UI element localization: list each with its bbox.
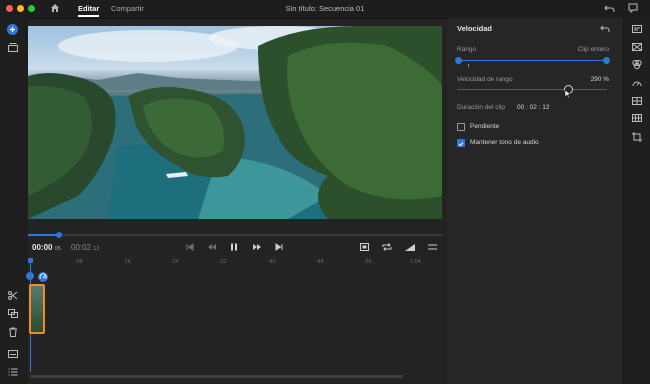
current-timecode: 00:00 05	[32, 243, 61, 252]
left-toolbar	[0, 18, 27, 384]
title-bar: Editar Compartir Sin título: Secuencia 0…	[0, 0, 650, 19]
ruler-tick-label: :24	[171, 259, 179, 265]
add-media-button[interactable]	[7, 24, 18, 35]
window-title: Sin título: Secuencia 01	[285, 4, 365, 13]
duplicate-icon[interactable]	[8, 309, 18, 318]
check-icon	[458, 142, 464, 147]
title-icon[interactable]	[632, 25, 642, 33]
ruler-tick-label: :48	[316, 259, 324, 265]
fit-icon[interactable]	[360, 243, 369, 251]
pause-icon[interactable]	[230, 243, 238, 251]
go-to-end-icon[interactable]	[275, 243, 283, 251]
speed-panel: Velocidad Rango Clip entero Velocidad de…	[447, 18, 623, 384]
captions-icon[interactable]	[8, 350, 18, 358]
menu-icon[interactable]	[428, 244, 437, 250]
velocidad-label: Velocidad de rango	[457, 76, 513, 83]
transition-icon[interactable]	[632, 43, 642, 51]
velocidad-slider-track[interactable]	[457, 89, 607, 90]
duracion-value: 00 : 02 : 12	[517, 104, 550, 111]
scissors-icon[interactable]	[8, 291, 18, 300]
speed-badge[interactable]	[38, 272, 48, 282]
clip-effect-badge[interactable]	[26, 272, 34, 280]
timeline-ruler[interactable]: :08 :16 :24 :32 :40 :48 :56 1:04	[28, 258, 442, 268]
ruler-tick-label: :32	[219, 259, 227, 265]
rango-label: Rango	[457, 46, 477, 53]
mouse-cursor-icon	[564, 89, 572, 99]
preview-scrubber[interactable]	[28, 234, 442, 236]
rango-start-handle[interactable]	[455, 57, 462, 64]
pendiente-label: Pendiente	[470, 123, 500, 130]
step-forward-icon[interactable]	[253, 244, 261, 250]
rango-slider-track[interactable]	[459, 60, 607, 61]
ruler-tick-label: :40	[268, 259, 276, 265]
ruler-tick-label: 1:04	[410, 259, 421, 265]
video-frame	[28, 26, 442, 219]
speed-icon[interactable]	[632, 79, 642, 87]
duracion-label: Duración del clip	[457, 104, 506, 111]
preview-scrubber-fill	[28, 234, 59, 236]
total-timecode: 00:02 12	[71, 243, 99, 252]
color-icon[interactable]	[632, 60, 642, 69]
layout-icon[interactable]	[632, 97, 642, 105]
trash-icon[interactable]	[8, 327, 18, 337]
mantener-checkbox[interactable]	[457, 139, 465, 147]
comment-icon[interactable]	[628, 3, 638, 13]
list-icon[interactable]	[8, 368, 18, 376]
volume-icon[interactable]	[405, 243, 415, 251]
panel-title: Velocidad	[457, 24, 493, 33]
layout-grid-icon[interactable]	[632, 114, 642, 122]
rango-value: Clip entero	[577, 46, 609, 53]
ruler-tick-label: :56	[364, 259, 372, 265]
step-back-icon[interactable]	[208, 244, 216, 250]
total-time: 00:02	[71, 243, 92, 252]
right-toolbar	[623, 18, 650, 384]
playhead-handle[interactable]	[28, 258, 33, 263]
ruler-tick-label: :16	[123, 259, 131, 265]
loop-icon[interactable]	[382, 243, 392, 251]
timeline-clip[interactable]	[29, 284, 45, 334]
ruler-tick-label: :08	[75, 259, 83, 265]
total-frames: 12	[93, 246, 100, 252]
preview-scrubber-handle[interactable]	[56, 232, 62, 238]
current-time: 00:00	[32, 243, 53, 252]
reset-icon[interactable]	[600, 25, 610, 33]
velocidad-value: 290 %	[590, 76, 609, 83]
video-preview[interactable]	[28, 26, 442, 219]
pendiente-checkbox[interactable]	[457, 123, 465, 131]
add-icon	[10, 27, 15, 32]
rango-end-handle[interactable]	[603, 57, 610, 64]
library-icon[interactable]	[8, 43, 18, 52]
rango-marker	[468, 64, 469, 67]
speed-icon	[39, 273, 47, 279]
undo-icon[interactable]	[604, 4, 615, 13]
mantener-label: Mantener tono de audio	[470, 139, 539, 146]
go-to-start-icon[interactable]	[186, 243, 194, 251]
crop-icon[interactable]	[632, 132, 642, 142]
timeline-scrollbar[interactable]	[30, 375, 403, 378]
current-frames: 05	[54, 246, 61, 252]
